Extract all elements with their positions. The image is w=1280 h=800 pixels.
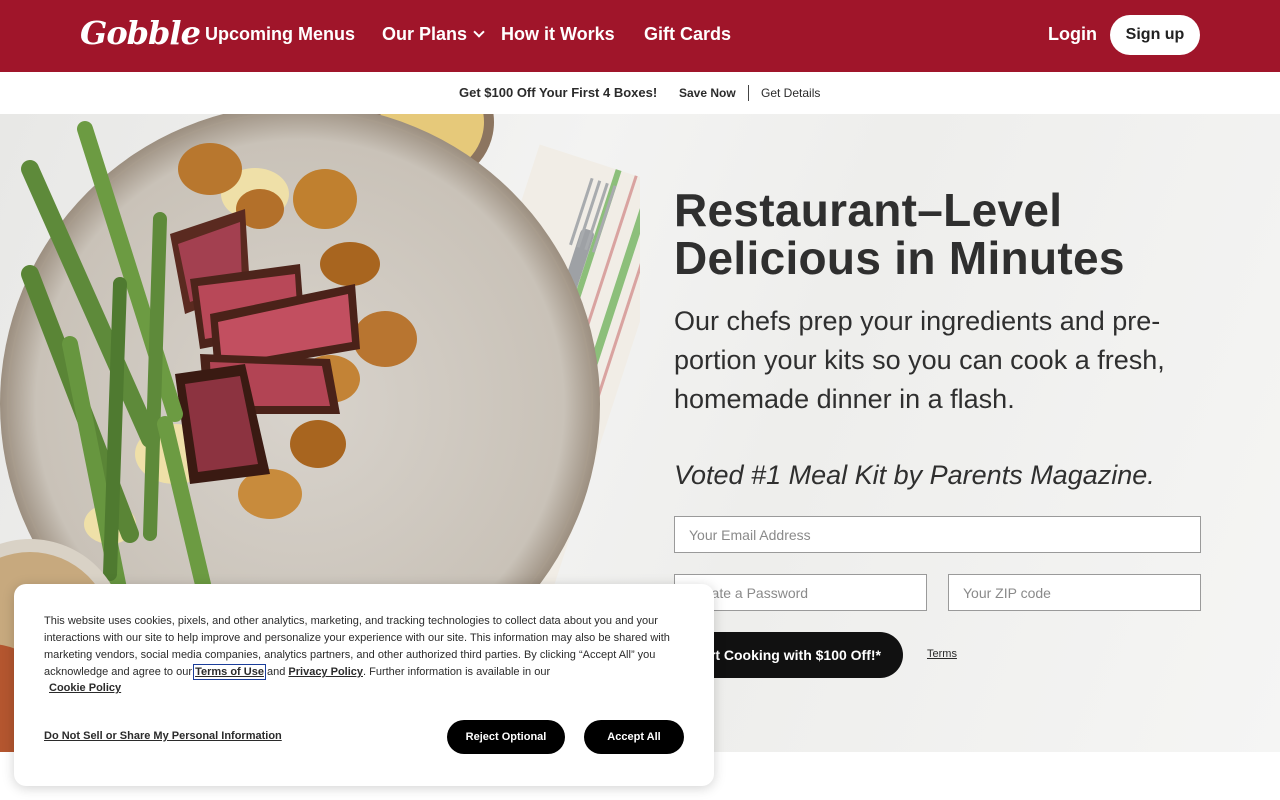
- save-now-link[interactable]: Save Now: [679, 86, 736, 100]
- password-input[interactable]: [689, 584, 912, 601]
- cookie-text-and: and: [263, 666, 289, 678]
- email-field[interactable]: [674, 516, 1201, 553]
- hero-headline: Restaurant–Level Delicious in Minutes: [674, 186, 1194, 282]
- zip-field[interactable]: [948, 574, 1201, 611]
- headline-line-1: Restaurant–Level: [674, 184, 1063, 236]
- chevron-down-icon: [473, 26, 485, 38]
- privacy-policy-link[interactable]: Privacy Policy: [288, 666, 363, 678]
- promo-bar: Get $100 Off Your First 4 Boxes! Save No…: [0, 72, 1280, 114]
- email-input[interactable]: [689, 526, 1186, 543]
- nav-gift-cards-label: Gift Cards: [644, 24, 732, 44]
- gobble-logo[interactable]: Gobble: [80, 14, 201, 52]
- reject-optional-button[interactable]: Reject Optional: [447, 720, 565, 754]
- nav-our-plans[interactable]: Our Plans: [382, 24, 485, 45]
- terms-of-use-link[interactable]: Terms of Use: [193, 664, 266, 680]
- top-navigation: Gobble Upcoming Menus Our Plans How it W…: [0, 0, 1280, 72]
- accept-all-button[interactable]: Accept All: [584, 720, 684, 754]
- nav-how-it-works[interactable]: How it Works: [501, 24, 615, 45]
- nav-our-plans-label: Our Plans: [382, 24, 468, 44]
- nav-gift-cards[interactable]: Gift Cards: [644, 24, 731, 45]
- cookie-text-after: . Further information is available in ou…: [363, 666, 551, 678]
- headline-line-2: Delicious in Minutes: [674, 232, 1125, 284]
- terms-link[interactable]: Terms: [927, 648, 957, 660]
- login-link[interactable]: Login: [1048, 24, 1097, 45]
- nav-upcoming-menus-label: Upcoming Menus: [205, 24, 356, 44]
- do-not-sell-link[interactable]: Do Not Sell or Share My Personal Informa…: [44, 730, 282, 742]
- cookie-text: This website uses cookies, pixels, and o…: [44, 613, 674, 681]
- nav-how-it-works-label: How it Works: [501, 24, 615, 44]
- nav-upcoming-menus[interactable]: Upcoming Menus: [205, 24, 355, 45]
- promo-divider: [748, 85, 749, 101]
- get-details-link[interactable]: Get Details: [761, 86, 820, 100]
- zip-input[interactable]: [963, 584, 1186, 601]
- promo-text: Get $100 Off Your First 4 Boxes!: [459, 85, 658, 100]
- cookie-policy-link[interactable]: Cookie Policy: [49, 682, 121, 694]
- hero-subhead: Our chefs prep your ingredients and pre-…: [674, 306, 1165, 414]
- voted-tagline: Voted #1 Meal Kit by Parents Magazine.: [674, 460, 1155, 490]
- cookie-banner: This website uses cookies, pixels, and o…: [14, 584, 714, 786]
- signup-button[interactable]: Sign up: [1110, 15, 1200, 55]
